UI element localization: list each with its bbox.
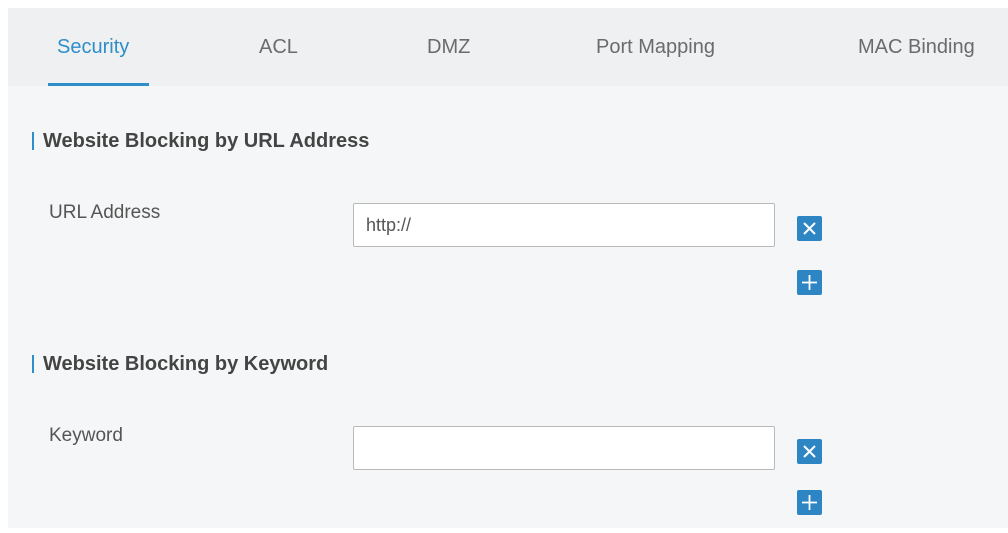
active-tab-indicator (48, 83, 149, 86)
keyword-section-title: Website Blocking by Keyword (43, 353, 329, 375)
tab-port-mapping[interactable]: Port Mapping (596, 8, 715, 86)
plus-icon (802, 275, 817, 290)
url-section-title: Website Blocking by URL Address (43, 130, 370, 152)
keyword-input[interactable] (353, 426, 775, 470)
remove-keyword-button[interactable] (797, 439, 822, 464)
tab-dmz[interactable]: DMZ (427, 8, 470, 86)
add-url-button[interactable] (797, 270, 822, 295)
keyword-label: Keyword (49, 425, 123, 446)
section-accent-bar (32, 132, 34, 150)
section-accent-bar (32, 355, 34, 373)
url-address-input[interactable] (353, 203, 775, 247)
firewall-security-panel: Security ACL DMZ Port Mapping MAC Bindin… (8, 8, 1008, 528)
tab-mac-binding[interactable]: MAC Binding (858, 8, 975, 86)
close-icon (803, 222, 816, 235)
tab-acl[interactable]: ACL (259, 8, 298, 86)
url-address-label: URL Address (49, 202, 161, 223)
tab-bar: Security ACL DMZ Port Mapping MAC Bindin… (8, 8, 1008, 86)
close-icon (803, 445, 816, 458)
add-keyword-button[interactable] (797, 490, 822, 515)
keyword-section-heading: Website Blocking by Keyword (32, 352, 328, 376)
url-section-heading: Website Blocking by URL Address (32, 129, 369, 153)
remove-url-button[interactable] (797, 216, 822, 241)
plus-icon (802, 495, 817, 510)
tab-security[interactable]: Security (57, 8, 129, 86)
